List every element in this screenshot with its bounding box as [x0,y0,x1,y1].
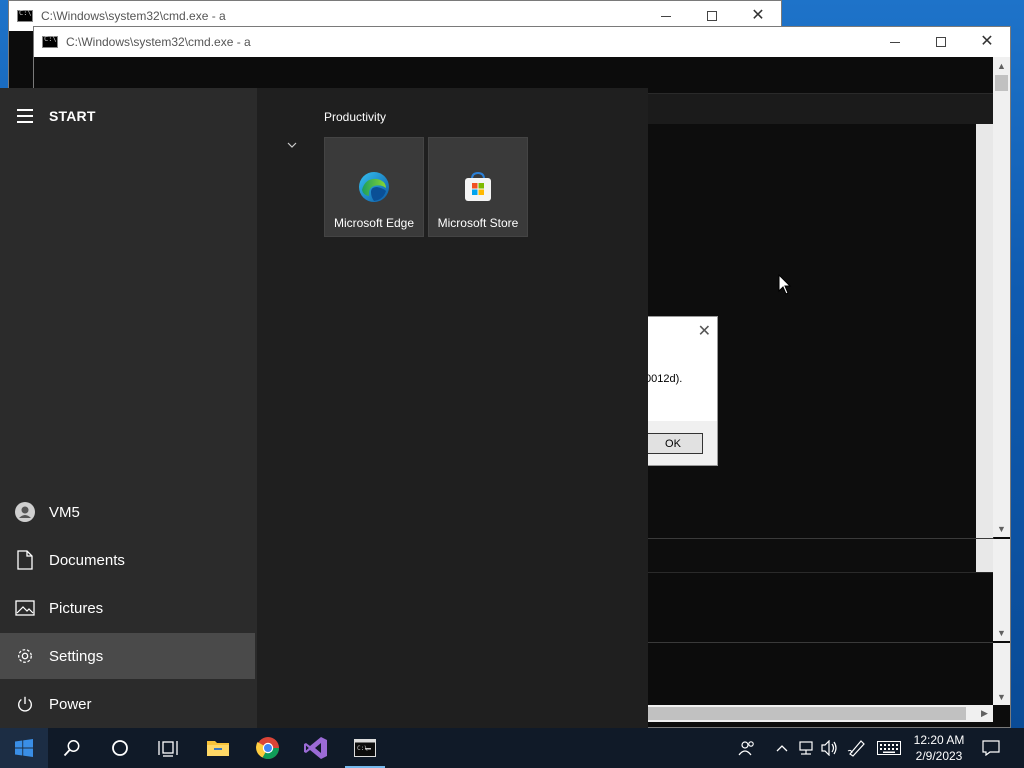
start-menu: START VM5 Documents Pictures Settings Po… [0,88,648,728]
file-explorer-icon [207,741,229,756]
inner-scrollbar[interactable] [976,124,993,572]
cmd-icon [17,9,33,22]
pen-workspace-button[interactable] [846,728,868,768]
action-center-button[interactable] [978,728,1004,768]
scroll-down-icon[interactable]: ▼ [993,688,1010,705]
cortana-icon [112,740,128,756]
start-item-power[interactable]: Power [0,681,255,727]
cmd-icon [42,35,58,48]
maximize-button[interactable] [918,27,964,57]
show-hidden-icons-button[interactable] [774,728,790,768]
visual-studio-icon [304,737,327,759]
task-view-icon [158,741,178,757]
start-item-label: Documents [49,551,125,569]
pictures-icon [15,598,35,618]
search-icon [63,740,80,757]
start-item-settings[interactable]: Settings [0,633,255,679]
mouse-cursor-icon [778,274,792,295]
chevron-up-icon [776,745,788,752]
start-item-user[interactable]: VM5 [0,489,255,535]
start-item-label: Pictures [49,599,104,617]
minimize-icon [661,15,671,17]
user-icon [15,502,35,522]
tile-label: Microsoft Store [437,216,519,230]
close-icon: ✕ [751,7,765,24]
tile-microsoft-edge[interactable]: Microsoft Edge [324,137,424,237]
power-icon [15,694,35,714]
start-title: START [49,108,96,124]
start-item-label: Settings [49,647,104,665]
scroll-up-icon[interactable]: ▲ [993,57,1010,74]
horizontal-scrollbar[interactable]: ▶ [634,705,993,722]
tile-label: Microsoft Edge [333,216,415,230]
start-item-pictures[interactable]: Pictures [0,585,255,631]
maximize-icon [707,11,717,21]
task-view-button[interactable] [144,728,192,768]
pane-divider [634,642,993,643]
search-button[interactable] [48,728,96,768]
chrome-button[interactable] [244,728,292,768]
tile-group-title[interactable]: Productivity [324,110,386,124]
tile-microsoft-store[interactable]: Microsoft Store [428,137,528,237]
scroll-right-icon[interactable]: ▶ [976,705,993,722]
gear-icon [15,646,35,666]
scroll-down-icon[interactable]: ▼ [993,624,1010,641]
window-title: C:\Windows\system32\cmd.exe - a [41,9,226,23]
document-icon [15,550,35,570]
start-item-label: Power [49,695,92,713]
touch-keyboard-button[interactable] [876,728,902,768]
cmd-taskbar-button[interactable]: C:\ [341,728,389,768]
volume-icon [821,740,837,756]
cmd-icon: C:\ [354,739,376,757]
edge-icon [357,170,391,204]
notification-icon [982,740,1000,756]
message-text: 0012d). [645,373,683,385]
pen-icon [847,740,865,757]
vertical-scrollbar-2[interactable]: ▼ [993,539,1010,641]
start-button[interactable] [0,728,48,768]
clock-time: 12:20 AM [913,733,965,747]
people-icon [738,741,754,756]
minimize-icon [890,41,900,43]
close-icon[interactable]: ✕ [698,321,711,341]
windows-logo-icon [15,739,33,757]
minimize-button[interactable] [872,27,918,57]
keyboard-icon [877,741,901,755]
maximize-icon [936,37,946,47]
network-button[interactable] [796,728,816,768]
vertical-scrollbar-3[interactable]: ▼ [993,643,1010,705]
start-item-documents[interactable]: Documents [0,537,255,583]
window-title: C:\Windows\system32\cmd.exe - a [66,35,251,49]
hamburger-menu-icon[interactable] [17,109,33,123]
clock[interactable]: 12:20 AM 2/9/2023 [904,728,974,768]
pane-divider [634,538,993,539]
file-explorer-button[interactable] [194,728,242,768]
chrome-icon [256,737,279,759]
network-icon [799,741,813,755]
people-button[interactable] [736,728,758,768]
store-icon [461,170,495,204]
start-header[interactable]: START [0,102,257,130]
scrollbar-thumb[interactable] [636,707,966,720]
taskbar: C:\ 12:20 AM 2/9/2023 [0,728,1024,768]
close-icon: ✕ [980,33,994,50]
title-bar[interactable]: C:\Windows\system32\cmd.exe - a ✕ [34,27,1010,57]
start-item-label: VM5 [49,503,80,521]
volume-button[interactable] [820,728,840,768]
scrollbar-thumb[interactable] [995,75,1008,91]
visual-studio-button[interactable] [292,728,340,768]
close-button[interactable]: ✕ [964,27,1010,57]
cortana-button[interactable] [96,728,144,768]
vertical-scrollbar[interactable]: ▲ ▼ [993,57,1010,537]
clock-date: 2/9/2023 [915,749,963,763]
scroll-down-icon[interactable]: ▼ [993,520,1010,537]
ok-button[interactable]: OK [643,433,703,454]
chevron-down-icon[interactable] [287,140,301,154]
start-menu-left-pane: START VM5 Documents Pictures Settings Po… [0,88,257,728]
start-menu-tiles-pane: Productivity Microsoft Edge Microsoft St… [257,88,648,728]
